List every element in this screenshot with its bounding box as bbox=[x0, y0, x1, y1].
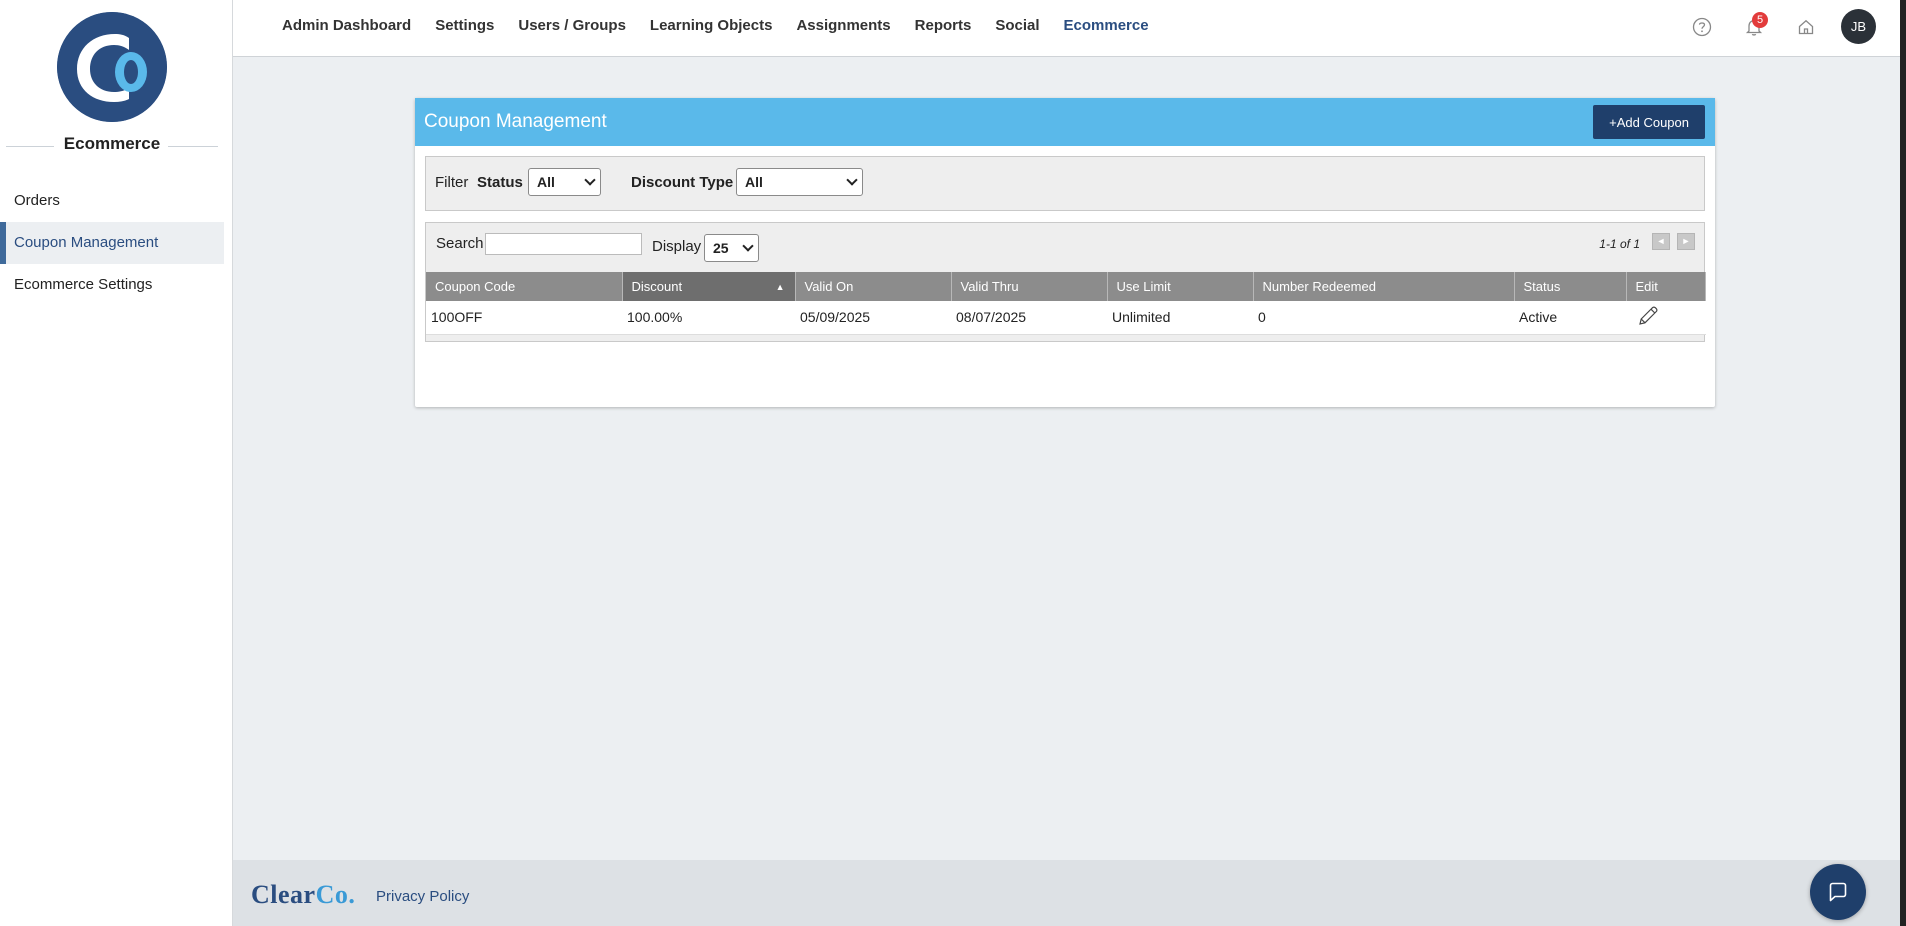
display-label: Display bbox=[652, 238, 702, 255]
nav-ecommerce[interactable]: Ecommerce bbox=[1064, 17, 1149, 34]
filter-label: Filter bbox=[435, 174, 469, 191]
window-edge bbox=[1900, 0, 1906, 926]
footer-logo-main: Clear bbox=[251, 880, 316, 909]
column-header-edit: Edit bbox=[1626, 272, 1706, 301]
nav-learning-objects[interactable]: Learning Objects bbox=[650, 17, 773, 34]
nav-assignments[interactable]: Assignments bbox=[796, 17, 890, 34]
footer-logo-accent: Co. bbox=[315, 880, 356, 909]
column-header-status[interactable]: Status bbox=[1514, 272, 1627, 301]
status-select[interactable]: All bbox=[528, 168, 601, 196]
add-coupon-button[interactable]: +Add Coupon bbox=[1593, 105, 1705, 139]
nav-admin-dashboard[interactable]: Admin Dashboard bbox=[282, 17, 411, 34]
cell-use-limit: Unlimited bbox=[1107, 301, 1253, 335]
column-header-number-redeemed[interactable]: Number Redeemed bbox=[1253, 272, 1515, 301]
cell-valid-on: 05/09/2025 bbox=[795, 301, 951, 335]
user-avatar[interactable]: JB bbox=[1841, 9, 1876, 44]
clearco-footer-logo[interactable]: ClearCo. bbox=[251, 880, 355, 910]
column-header-use-limit[interactable]: Use Limit bbox=[1107, 272, 1254, 301]
cell-number-redeemed: 0 bbox=[1253, 301, 1514, 335]
nav-users-groups[interactable]: Users / Groups bbox=[518, 17, 626, 34]
table-row: 100OFF 100.00% 05/09/2025 08/07/2025 Unl… bbox=[426, 301, 1706, 335]
chat-button[interactable] bbox=[1810, 864, 1866, 920]
nav-settings[interactable]: Settings bbox=[435, 17, 494, 34]
pagination-info: 1-1 of 1 bbox=[1599, 237, 1640, 251]
main-nav: Admin Dashboard Settings Users / Groups … bbox=[282, 17, 1173, 34]
column-header-discount[interactable]: Discount ▲ bbox=[622, 272, 796, 301]
chat-icon bbox=[1829, 882, 1847, 902]
nav-social[interactable]: Social bbox=[995, 17, 1039, 34]
notification-badge: 5 bbox=[1752, 11, 1768, 28]
column-header-coupon-code[interactable]: Coupon Code bbox=[426, 272, 623, 301]
filter-bar: Filter Status All Discount Type All bbox=[425, 156, 1705, 211]
sidebar: Ecommerce Orders Coupon Management Ecomm… bbox=[0, 0, 233, 926]
sidebar-item-orders[interactable]: Orders bbox=[0, 180, 233, 222]
sidebar-item-coupon-management[interactable]: Coupon Management bbox=[0, 222, 224, 264]
prev-page-button[interactable]: ◄ bbox=[1652, 233, 1670, 250]
cell-coupon-code: 100OFF bbox=[426, 301, 622, 335]
sidebar-title-row: Ecommerce bbox=[6, 134, 218, 156]
table-header-row: Coupon Code Discount ▲ Valid On Valid Thr… bbox=[426, 272, 1706, 301]
footer: ClearCo. Privacy Policy bbox=[233, 860, 1900, 926]
privacy-policy-link[interactable]: Privacy Policy bbox=[376, 888, 469, 905]
help-icon[interactable] bbox=[1685, 10, 1719, 44]
discount-type-filter-label: Discount Type bbox=[631, 174, 734, 191]
notifications-icon[interactable]: 5 bbox=[1737, 10, 1771, 44]
clearco-logo[interactable] bbox=[57, 12, 167, 122]
column-header-valid-thru[interactable]: Valid Thru bbox=[951, 272, 1108, 301]
panel-header: Coupon Management +Add Coupon bbox=[415, 98, 1715, 146]
chevron-down-icon bbox=[846, 174, 858, 186]
search-label: Search bbox=[436, 235, 484, 252]
nav-reports[interactable]: Reports bbox=[915, 17, 972, 34]
cell-status: Active bbox=[1514, 301, 1626, 335]
coupon-table: Coupon Code Discount ▲ Valid On Valid Thr… bbox=[426, 272, 1706, 335]
cell-discount: 100.00% bbox=[622, 301, 795, 335]
chevron-down-icon bbox=[742, 240, 754, 252]
page-title: Coupon Management bbox=[424, 111, 607, 132]
divider bbox=[168, 146, 218, 147]
sidebar-nav: Orders Coupon Management Ecommerce Setti… bbox=[0, 180, 233, 306]
discount-type-select-value: All bbox=[745, 174, 763, 190]
coupon-list: Search Display 25 1-1 of 1 ◄ ► Coupon Co… bbox=[425, 222, 1706, 342]
column-header-valid-on[interactable]: Valid On bbox=[795, 272, 952, 301]
display-count-value: 25 bbox=[713, 240, 729, 256]
search-input[interactable] bbox=[485, 233, 642, 255]
cell-edit bbox=[1626, 301, 1706, 335]
status-filter-label: Status bbox=[477, 174, 523, 191]
display-count-select[interactable]: 25 bbox=[704, 234, 759, 262]
edit-pencil-icon[interactable] bbox=[1636, 304, 1660, 331]
sidebar-item-ecommerce-settings[interactable]: Ecommerce Settings bbox=[0, 264, 233, 306]
status-select-value: All bbox=[537, 174, 555, 190]
chevron-down-icon bbox=[584, 174, 596, 186]
cell-valid-thru: 08/07/2025 bbox=[951, 301, 1107, 335]
sidebar-title: Ecommerce bbox=[63, 134, 161, 153]
next-page-button[interactable]: ► bbox=[1677, 233, 1695, 250]
column-header-label: Discount bbox=[631, 279, 683, 294]
coupon-management-panel: Coupon Management +Add Coupon Filter Sta… bbox=[415, 98, 1715, 407]
top-navbar: Admin Dashboard Settings Users / Groups … bbox=[233, 0, 1900, 57]
sort-ascending-icon: ▲ bbox=[775, 282, 785, 292]
discount-type-select[interactable]: All bbox=[736, 168, 863, 196]
home-icon[interactable] bbox=[1789, 10, 1823, 44]
top-icons: 5 JB bbox=[1667, 9, 1876, 44]
